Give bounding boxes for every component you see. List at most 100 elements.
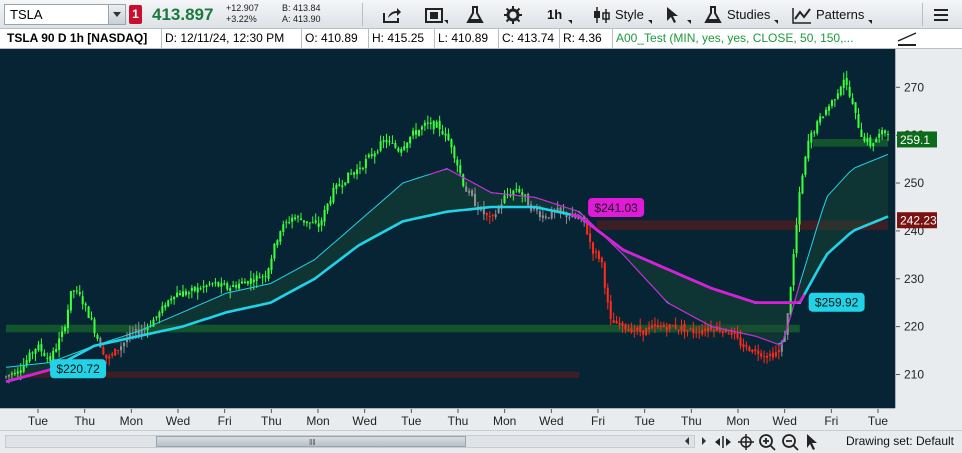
drawing-set-label[interactable]: Drawing set: Default: [846, 434, 954, 448]
style-button[interactable]: Style: [592, 3, 652, 26]
crosshair-button[interactable]: [737, 433, 755, 453]
scrollbar-thumb[interactable]: ‖‖: [156, 436, 466, 447]
patterns-button[interactable]: Patterns: [792, 3, 873, 26]
candle: [314, 213, 317, 225]
bar-range: R: 4.36: [560, 29, 613, 48]
candle: [875, 136, 878, 143]
candle: [34, 348, 37, 361]
share-button[interactable]: [382, 3, 402, 26]
candle: [692, 321, 695, 339]
candle: [391, 135, 394, 144]
x-tick-label: Tue: [28, 414, 49, 428]
candle: [158, 310, 161, 324]
menu-button[interactable]: [934, 3, 948, 26]
candle: [114, 348, 117, 357]
bar-close: C: 413.74: [499, 29, 560, 48]
candle: [842, 72, 845, 96]
symbol-dropdown-button[interactable]: [108, 5, 125, 24]
price-axis[interactable]: 210220230240250260270259.1242.23: [895, 49, 962, 408]
candle: [630, 322, 633, 334]
callout-text: $220.72: [56, 362, 100, 376]
time-axis[interactable]: Tue Thu Mon Wed Fri Thu Mon Wed Tue Thu Mon Wed Fri T…: [0, 408, 895, 430]
candle: [43, 349, 46, 357]
link-group-button[interactable]: 1: [129, 5, 142, 24]
candle: [31, 351, 34, 360]
patterns-icon: [792, 7, 811, 24]
cursor-button[interactable]: [665, 3, 691, 26]
candle: [547, 217, 550, 220]
price-chart[interactable]: $220.72 $241.03 $259.92: [0, 49, 895, 408]
candle: [822, 116, 825, 119]
scroll-right-button[interactable]: [698, 433, 710, 453]
zoom-in-button[interactable]: [758, 433, 776, 453]
candle: [845, 70, 848, 91]
pointer-button[interactable]: [805, 433, 819, 453]
candle: [423, 120, 426, 131]
x-tick-label: Tue: [401, 414, 422, 428]
candle: [279, 230, 282, 245]
candle: [87, 305, 90, 319]
candle: [264, 270, 267, 283]
candle: [317, 216, 320, 233]
candle: [662, 321, 665, 328]
candle: [81, 290, 84, 310]
toolbar: TSLA 1 413.897 +12.907 +3.22% B: 413.84 …: [0, 0, 962, 29]
price-axis-label-text: 259.1: [900, 133, 930, 147]
candle: [308, 222, 311, 230]
net-change-block: +12.907 +3.22%: [226, 3, 259, 25]
candle: [768, 350, 772, 362]
candle: [459, 159, 462, 177]
candle: [409, 136, 412, 148]
share-icon: [383, 7, 401, 23]
scroll-left-button[interactable]: [681, 433, 693, 453]
candle: [816, 119, 819, 136]
bar-date: D: 12/11/24, 12:30 PM: [162, 29, 302, 48]
drawing-tools-button[interactable]: [897, 31, 917, 50]
candle: [854, 102, 857, 120]
study-label[interactable]: A00_Test (MIN, yes, yes, CLOSE, 50, 150,…: [613, 29, 888, 48]
chart-canvas[interactable]: $220.72 $241.03 $259.92: [0, 49, 895, 408]
symbol-text: TSLA: [10, 7, 43, 22]
candle: [515, 182, 518, 193]
candle: [270, 254, 273, 275]
candle: [120, 342, 123, 358]
candle: [494, 209, 497, 220]
candle: [356, 164, 359, 180]
horizontal-scrollbar[interactable]: ‖‖: [5, 435, 695, 448]
snapshot-button[interactable]: [424, 3, 448, 26]
zoom-width-button[interactable]: [714, 433, 732, 453]
candle: [884, 129, 887, 137]
candle: [754, 345, 757, 356]
x-tick-label: Thu: [681, 414, 702, 428]
candle: [291, 214, 294, 229]
symbol-input[interactable]: TSLA: [4, 4, 126, 25]
candle: [444, 127, 447, 142]
candle: [367, 153, 370, 159]
candle: [426, 115, 429, 130]
candle: [261, 273, 264, 285]
candle: [335, 182, 338, 195]
candle: [836, 89, 839, 100]
candle: [302, 220, 305, 226]
studies-button[interactable]: Studies: [704, 3, 779, 26]
candle: [255, 271, 258, 288]
bar-open: O: 410.89: [302, 29, 369, 48]
candle: [447, 128, 450, 141]
settings-button[interactable]: [504, 3, 522, 26]
candle: [55, 343, 58, 353]
zoom-out-button[interactable]: [781, 433, 799, 453]
candle: [674, 317, 677, 330]
candle: [196, 282, 199, 300]
candle: [370, 147, 373, 159]
chart-window: TSLA 1 413.897 +12.907 +3.22% B: 413.84 …: [0, 0, 962, 453]
timeframe-button[interactable]: 1h: [547, 3, 573, 26]
flask-button[interactable]: [466, 3, 484, 26]
x-tick-label: Thu: [261, 414, 282, 428]
candle: [376, 149, 379, 155]
candle: [235, 281, 238, 290]
candle: [84, 301, 87, 312]
candle: [403, 141, 406, 152]
candle: [825, 106, 828, 117]
candle-style-icon: [594, 6, 610, 23]
candle: [441, 124, 444, 136]
